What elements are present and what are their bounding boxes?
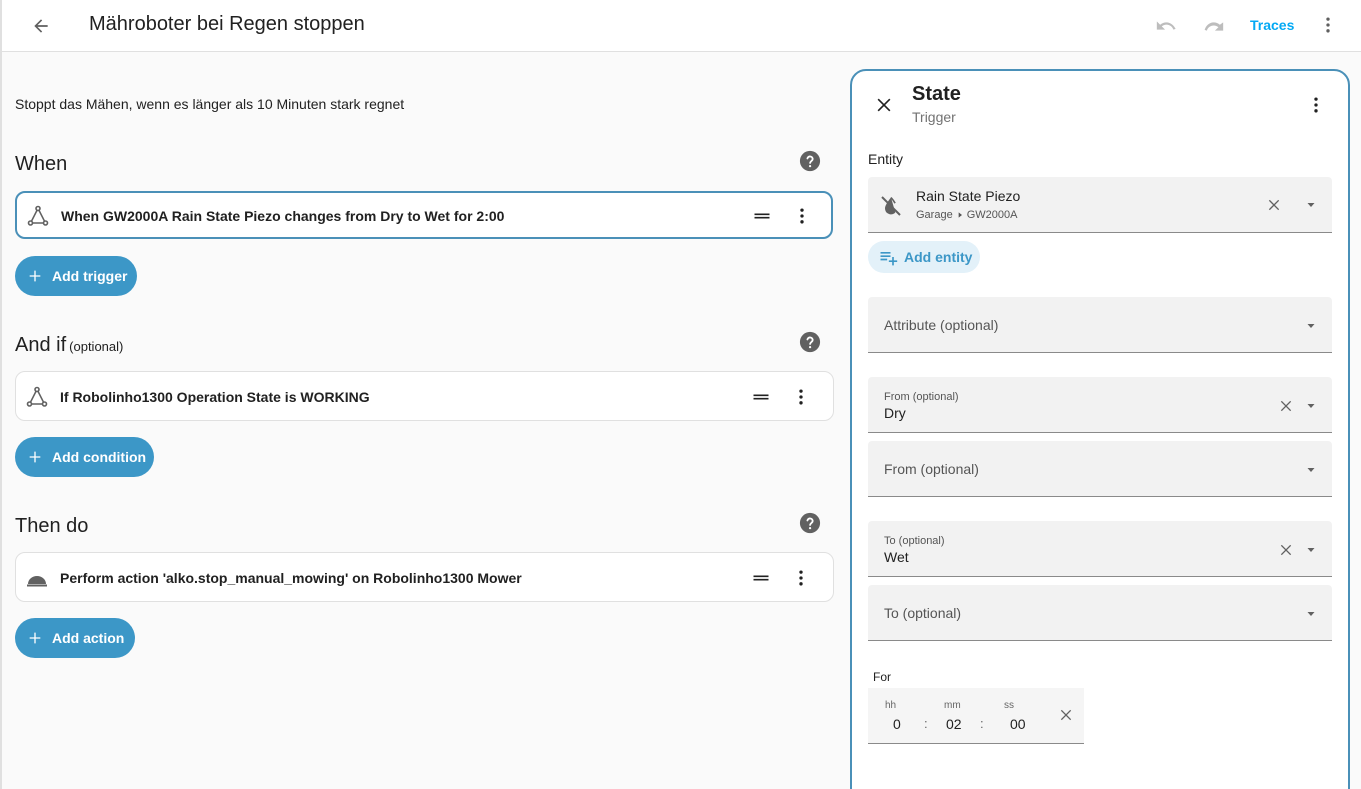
- add-trigger-label: Add trigger: [52, 268, 128, 284]
- item-menu-icon[interactable]: [790, 204, 814, 228]
- condition-summary: If Robolinho1300 Operation State is WORK…: [60, 389, 370, 405]
- minutes-label: mm: [944, 700, 961, 711]
- hours-input[interactable]: 0: [893, 716, 901, 732]
- add-entity-label: Add entity: [904, 249, 973, 265]
- redo-icon[interactable]: [1200, 12, 1228, 40]
- section-title-then-do: Then do: [15, 515, 89, 537]
- help-icon[interactable]: [799, 150, 821, 172]
- close-icon[interactable]: [871, 92, 897, 118]
- from-select-additional[interactable]: From (optional): [868, 441, 1332, 497]
- for-label: For: [873, 670, 891, 684]
- traces-button[interactable]: Traces: [1250, 17, 1294, 33]
- entity-device: GW2000A: [966, 209, 1018, 221]
- water-off-icon: [878, 193, 904, 219]
- panel-subtitle: Trigger: [912, 109, 956, 125]
- drag-handle-icon[interactable]: [751, 205, 773, 227]
- time-separator: :: [980, 716, 984, 731]
- entity-label: Entity: [868, 151, 904, 167]
- add-action-label: Add action: [52, 630, 125, 646]
- clear-icon[interactable]: [1056, 705, 1076, 725]
- dropdown-arrow-icon[interactable]: [1304, 399, 1318, 413]
- to-select[interactable]: To (optional) Wet: [868, 521, 1332, 577]
- item-menu-icon[interactable]: [789, 566, 813, 590]
- dropdown-arrow-icon[interactable]: [1304, 463, 1318, 477]
- clear-icon[interactable]: [1276, 540, 1296, 560]
- help-icon[interactable]: [799, 331, 821, 353]
- help-icon[interactable]: [799, 512, 821, 534]
- duration-input: hh 0 : mm 02 : ss 00: [868, 688, 1084, 744]
- plus-icon: [26, 267, 44, 285]
- add-trigger-button[interactable]: Add trigger: [15, 256, 137, 296]
- state-condition-icon: [24, 384, 50, 410]
- drag-handle-icon[interactable]: [750, 386, 772, 408]
- top-app-bar: Mähroboter bei Regen stoppen Traces: [0, 0, 1361, 52]
- automation-description: Stoppt das Mähen, wenn es länger als 10 …: [15, 96, 405, 112]
- dropdown-arrow-icon[interactable]: [1304, 198, 1318, 212]
- attribute-select[interactable]: Attribute (optional): [868, 297, 1332, 353]
- entity-path: Garage GW2000A: [916, 209, 1017, 221]
- to-select-additional[interactable]: To (optional): [868, 585, 1332, 641]
- add-condition-button[interactable]: Add condition: [15, 437, 154, 477]
- action-card[interactable]: Perform action 'alko.stop_manual_mowing'…: [15, 552, 834, 602]
- add-entity-button[interactable]: Add entity: [868, 241, 980, 273]
- seconds-input[interactable]: 00: [1010, 716, 1026, 732]
- dropdown-arrow-icon[interactable]: [1304, 607, 1318, 621]
- entity-area: Garage: [916, 209, 953, 221]
- back-arrow-icon[interactable]: [26, 11, 56, 41]
- trigger-card[interactable]: When GW2000A Rain State Piezo changes fr…: [15, 191, 833, 239]
- entity-picker[interactable]: Rain State Piezo Garage GW2000A: [868, 177, 1332, 233]
- caret-right-icon: [955, 210, 965, 220]
- left-edge-divider: [0, 52, 2, 789]
- time-separator: :: [924, 716, 928, 731]
- to-placeholder: To (optional): [884, 605, 962, 621]
- add-action-button[interactable]: Add action: [15, 618, 135, 658]
- state-trigger-icon: [25, 203, 51, 229]
- from-value: Dry: [884, 405, 906, 421]
- drag-handle-icon[interactable]: [750, 567, 772, 589]
- panel-title: State: [912, 83, 961, 105]
- from-placeholder: From (optional): [884, 461, 979, 477]
- and-if-title: And if: [15, 334, 67, 356]
- from-label: From (optional): [884, 391, 959, 403]
- page-title: Mähroboter bei Regen stoppen: [89, 13, 365, 35]
- hours-label: hh: [885, 700, 897, 711]
- plus-icon: [26, 629, 44, 647]
- clear-icon[interactable]: [1276, 396, 1296, 416]
- item-menu-icon[interactable]: [789, 385, 813, 409]
- attribute-placeholder: Attribute (optional): [884, 317, 999, 333]
- to-value: Wet: [884, 549, 909, 565]
- condition-card[interactable]: If Robolinho1300 Operation State is WORK…: [15, 371, 834, 421]
- add-condition-label: Add condition: [52, 449, 147, 465]
- clear-icon[interactable]: [1264, 195, 1284, 215]
- playlist-add-icon: [877, 246, 899, 268]
- dropdown-arrow-icon[interactable]: [1304, 319, 1318, 333]
- to-label: To (optional): [884, 535, 945, 547]
- overflow-menu-icon[interactable]: [1314, 11, 1342, 39]
- robot-mower-icon: [24, 565, 50, 591]
- seconds-label: ss: [1004, 700, 1014, 711]
- optional-hint: (optional): [69, 339, 124, 354]
- action-summary: Perform action 'alko.stop_manual_mowing'…: [60, 570, 522, 586]
- plus-icon: [26, 448, 44, 466]
- dropdown-arrow-icon[interactable]: [1304, 543, 1318, 557]
- section-title-when: When: [15, 153, 68, 175]
- undo-icon[interactable]: [1152, 12, 1180, 40]
- section-title-and-if: And if (optional): [15, 334, 123, 357]
- minutes-input[interactable]: 02: [946, 716, 962, 732]
- entity-name: Rain State Piezo: [916, 188, 1021, 204]
- trigger-summary: When GW2000A Rain State Piezo changes fr…: [61, 208, 505, 224]
- from-select[interactable]: From (optional) Dry: [868, 377, 1332, 433]
- panel-menu-icon[interactable]: [1304, 93, 1328, 117]
